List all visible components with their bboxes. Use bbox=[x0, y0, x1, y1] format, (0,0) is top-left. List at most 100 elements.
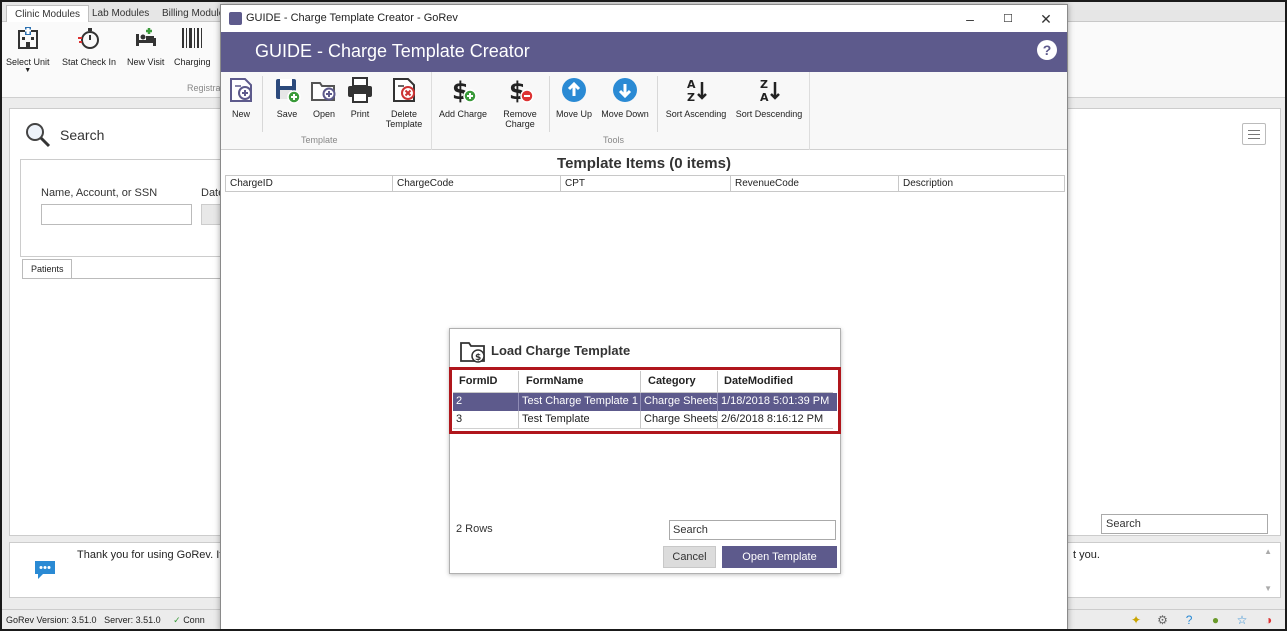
open-button[interactable]: Open bbox=[309, 76, 339, 119]
column-header-chargeid[interactable]: ChargeID bbox=[226, 176, 393, 191]
arrow-down-icon bbox=[613, 78, 637, 102]
barcode-icon bbox=[182, 28, 203, 48]
lightbulb-icon[interactable]: ✦ bbox=[1128, 612, 1144, 628]
charging-label: Charging bbox=[174, 57, 211, 67]
table-row[interactable]: 2 Test Charge Template 1 Charge Sheets 1… bbox=[453, 393, 837, 411]
sort-ascending-icon: AZ bbox=[687, 78, 707, 104]
new-document-icon bbox=[230, 78, 252, 102]
name-account-ssn-input[interactable] bbox=[41, 204, 192, 225]
gear-icon[interactable]: ⚙ bbox=[1155, 612, 1171, 628]
column-header-revenuecode[interactable]: RevenueCode bbox=[731, 176, 899, 191]
hospital-icon bbox=[17, 27, 38, 49]
menu-icon[interactable] bbox=[1242, 123, 1266, 145]
cell-category: Charge Sheets bbox=[641, 411, 718, 429]
sort-descending-button[interactable]: ZA Sort Descending bbox=[735, 76, 803, 119]
move-down-button[interactable]: Move Down bbox=[600, 76, 650, 119]
status-connection: Conn bbox=[183, 615, 205, 625]
cancel-button[interactable]: Cancel bbox=[663, 546, 716, 568]
svg-text:Z: Z bbox=[760, 78, 768, 91]
tab-clinic-modules[interactable]: Clinic Modules bbox=[6, 5, 90, 22]
svg-text:$: $ bbox=[475, 353, 481, 363]
table-row[interactable]: 3 Test Template Charge Sheets 2/6/2018 8… bbox=[453, 411, 837, 429]
delete-label-line1: Delete bbox=[390, 109, 417, 119]
search-input[interactable]: Search bbox=[1101, 514, 1268, 534]
column-header-cpt[interactable]: CPT bbox=[561, 176, 731, 191]
stat-check-in-button[interactable]: Stat Check In bbox=[62, 26, 116, 67]
sort-ascending-label: Sort Ascending bbox=[665, 109, 727, 119]
move-up-button[interactable]: Move Up bbox=[554, 76, 594, 119]
search-panel: Name, Account, or SSN Date bbox=[20, 159, 250, 257]
help-icon[interactable]: ? bbox=[1181, 612, 1197, 628]
tools-group-label: Tools bbox=[603, 135, 625, 145]
sort-descending-label: Sort Descending bbox=[735, 109, 803, 119]
save-icon bbox=[276, 79, 301, 104]
app-logo-icon bbox=[229, 12, 242, 25]
stopwatch-icon bbox=[78, 28, 100, 49]
template-search-input[interactable]: Search bbox=[669, 520, 836, 540]
toolbar-separator bbox=[657, 76, 658, 132]
star-icon[interactable]: ☆ bbox=[1234, 612, 1250, 628]
bug-icon[interactable]: ● bbox=[1208, 612, 1224, 628]
save-button[interactable]: Save bbox=[272, 76, 302, 119]
new-visit-button[interactable]: New Visit bbox=[127, 26, 164, 67]
search-icon bbox=[26, 123, 51, 148]
color-wheel-icon[interactable]: ◑ bbox=[1261, 612, 1277, 628]
header-title: GUIDE - Charge Template Creator bbox=[255, 41, 530, 61]
registration-group-label: Registra bbox=[187, 83, 221, 93]
help-button[interactable]: ? bbox=[1037, 40, 1057, 60]
cell-formname: Test Charge Template 1 bbox=[519, 393, 641, 411]
print-button[interactable]: Print bbox=[345, 76, 375, 119]
maximize-button[interactable]: ☐ bbox=[991, 9, 1025, 29]
tab-patients[interactable]: Patients bbox=[22, 259, 72, 279]
open-template-button[interactable]: Open Template bbox=[722, 546, 837, 568]
charging-button[interactable]: Charging bbox=[174, 26, 211, 67]
close-button[interactable]: ✕ bbox=[1029, 9, 1063, 29]
minimize-button[interactable]: – bbox=[953, 9, 987, 29]
svg-text:A: A bbox=[760, 91, 769, 104]
column-header-description[interactable]: Description bbox=[899, 176, 1064, 191]
delete-template-button[interactable]: Delete Template bbox=[383, 76, 425, 129]
window-title: GUIDE - Charge Template Creator - GoRev bbox=[246, 12, 458, 24]
cell-formid: 2 bbox=[453, 393, 519, 411]
column-header-category[interactable]: Category bbox=[641, 371, 718, 393]
select-unit-label: Select Unit bbox=[6, 57, 50, 67]
column-header-datemodified[interactable]: DateModified bbox=[718, 371, 833, 393]
new-button[interactable]: New bbox=[227, 76, 255, 119]
column-header-formname[interactable]: FormName bbox=[519, 371, 641, 393]
toolbar-separator bbox=[262, 76, 263, 132]
open-label: Open bbox=[312, 109, 336, 119]
delete-label-line2: Template bbox=[385, 119, 423, 129]
load-charge-template-dialog: $ Load Charge Template FormID FormName C… bbox=[449, 328, 841, 574]
cell-formid: 3 bbox=[453, 411, 519, 429]
sort-descending-icon: ZA bbox=[760, 78, 780, 104]
scroll-up-icon[interactable]: ▲ bbox=[1264, 547, 1272, 556]
sort-ascending-button[interactable]: AZ Sort Ascending bbox=[665, 76, 727, 119]
tab-lab-modules[interactable]: Lab Modules bbox=[84, 5, 157, 22]
group-divider bbox=[431, 72, 432, 150]
hospital-bed-icon bbox=[135, 28, 156, 46]
toolbar-separator bbox=[549, 76, 550, 132]
check-icon: ✓ bbox=[173, 615, 181, 625]
remove-charge-button[interactable]: $ Remove Charge bbox=[497, 76, 543, 129]
screen-frame: Clinic Modules Lab Modules Billing Modul… bbox=[2, 2, 1285, 629]
tab-divider bbox=[22, 278, 252, 279]
stat-check-in-label: Stat Check In bbox=[62, 57, 117, 67]
add-charge-button[interactable]: $ Add Charge bbox=[437, 76, 489, 119]
delete-document-icon bbox=[393, 78, 415, 102]
template-items-grid-header: ChargeID ChargeCode CPT RevenueCode Desc… bbox=[225, 175, 1065, 192]
remove-label-line1: Remove bbox=[503, 109, 537, 119]
status-server: Server: 3.51.0 bbox=[104, 615, 161, 625]
load-dialog-title: Load Charge Template bbox=[491, 343, 631, 358]
column-header-chargecode[interactable]: ChargeCode bbox=[393, 176, 561, 191]
message-text-continued: t you. bbox=[1073, 549, 1100, 561]
add-charge-icon: $ bbox=[452, 77, 477, 104]
select-unit-button[interactable]: Select Unit ▼ bbox=[6, 26, 50, 74]
scroll-down-icon[interactable]: ▼ bbox=[1264, 584, 1272, 593]
column-header-formid[interactable]: FormID bbox=[453, 371, 519, 393]
message-text: Thank you for using GoRev. It bbox=[77, 549, 223, 561]
svg-text:Z: Z bbox=[687, 91, 695, 104]
move-up-label: Move Up bbox=[555, 109, 592, 119]
cell-datemodified: 1/18/2018 5:01:39 PM bbox=[721, 395, 830, 407]
group-divider bbox=[809, 72, 810, 150]
window-titlebar: GUIDE - Charge Template Creator - GoRev … bbox=[221, 5, 1067, 32]
